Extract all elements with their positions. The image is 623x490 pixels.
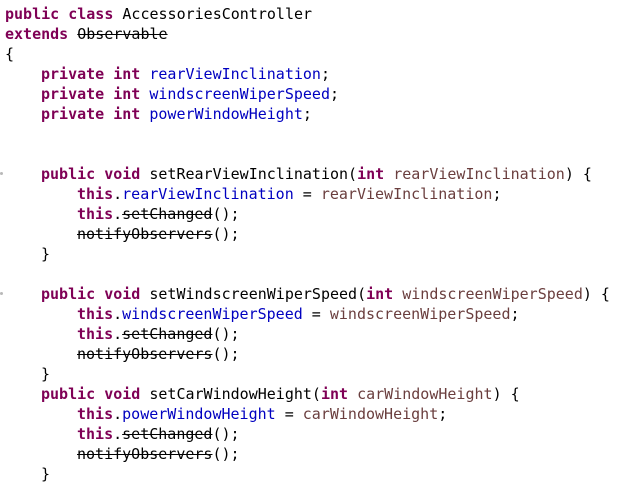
- call-end: ();: [212, 445, 240, 463]
- param-name: windscreenWiperSpeed: [402, 285, 583, 303]
- keyword-void: void: [104, 285, 141, 303]
- keyword-public: public: [41, 285, 96, 303]
- assigned-value: windscreenWiperSpeed: [329, 305, 511, 323]
- semicolon: ;: [320, 65, 330, 83]
- signature-end: ) {: [564, 165, 592, 183]
- class-name: AccessoriesController: [122, 5, 313, 23]
- method-name: setCarWindowHeight(: [149, 385, 321, 403]
- keyword-this: this: [77, 305, 114, 323]
- keyword-private: private: [41, 105, 105, 123]
- set-changed-statement: this.setChanged();: [77, 324, 240, 344]
- deprecated-call: setChanged: [122, 325, 213, 343]
- method-name: setRearViewInclination(: [149, 165, 358, 183]
- keyword-extends: extends: [5, 25, 69, 43]
- assign-operator: =: [293, 185, 321, 203]
- code-editor[interactable]: public class AccessoriesController exten…: [0, 0, 623, 490]
- keyword-public: public: [5, 5, 60, 23]
- superclass-name: Observable: [77, 25, 168, 43]
- keyword-private: private: [41, 85, 105, 103]
- deprecated-call: setChanged: [122, 205, 213, 223]
- field-declaration: private int rearViewInclination;: [41, 64, 330, 84]
- type-int: int: [113, 65, 141, 83]
- keyword-this: this: [77, 405, 114, 423]
- dot: .: [113, 325, 123, 343]
- assignment-statement: this.rearViewInclination = rearViewIncli…: [77, 184, 501, 204]
- class-declaration-line: public class AccessoriesController: [5, 4, 312, 24]
- method-close-brace: }: [41, 465, 51, 483]
- dot: .: [113, 305, 123, 323]
- keyword-void: void: [104, 165, 141, 183]
- semicolon: ;: [510, 305, 520, 323]
- call-end: ();: [212, 325, 240, 343]
- keyword-this: this: [77, 425, 114, 443]
- assigned-field: rearViewInclination: [122, 185, 294, 203]
- set-changed-statement: this.setChanged();: [77, 424, 240, 444]
- signature-end: ) {: [492, 385, 520, 403]
- method-close-brace: }: [41, 365, 51, 383]
- call-end: ();: [212, 345, 240, 363]
- assigned-value: rearViewInclination: [320, 185, 493, 203]
- assigned-value: carWindowHeight: [302, 405, 439, 423]
- method-signature: public void setRearViewInclination(int r…: [41, 164, 592, 184]
- override-marker-icon: [0, 292, 3, 295]
- notify-statement: notifyObservers();: [77, 444, 240, 464]
- call-end: ();: [212, 225, 240, 243]
- dot: .: [113, 185, 123, 203]
- keyword-private: private: [41, 65, 105, 83]
- param-type: int: [366, 285, 394, 303]
- field-declaration: private int powerWindowHeight;: [41, 104, 312, 124]
- semicolon: ;: [330, 85, 340, 103]
- dot: .: [113, 425, 123, 443]
- keyword-public: public: [41, 385, 96, 403]
- assignment-statement: this.powerWindowHeight = carWindowHeight…: [77, 404, 447, 424]
- param-name: carWindowHeight: [357, 385, 493, 403]
- semicolon: ;: [302, 105, 312, 123]
- notify-statement: notifyObservers();: [77, 344, 240, 364]
- set-changed-statement: this.setChanged();: [77, 204, 240, 224]
- type-int: int: [113, 85, 141, 103]
- assign-operator: =: [275, 405, 303, 423]
- deprecated-call: setChanged: [122, 425, 213, 443]
- method-signature: public void setCarWindowHeight(int carWi…: [41, 384, 520, 404]
- param-name: rearViewInclination: [393, 165, 565, 183]
- dot: .: [113, 205, 123, 223]
- field-name: rearViewInclination: [149, 65, 321, 83]
- type-int: int: [113, 105, 141, 123]
- keyword-public: public: [41, 165, 96, 183]
- class-open-brace: {: [5, 45, 15, 63]
- param-type: int: [320, 385, 349, 403]
- semicolon: ;: [492, 185, 502, 203]
- semicolon: ;: [438, 405, 448, 423]
- assignment-statement: this.windscreenWiperSpeed = windscreenWi…: [77, 304, 520, 324]
- assigned-field: windscreenWiperSpeed: [122, 305, 303, 323]
- deprecated-call: notifyObservers: [77, 225, 213, 243]
- field-declaration: private int windscreenWiperSpeed;: [41, 84, 339, 104]
- extends-line: extends Observable: [5, 24, 168, 44]
- override-marker-icon: [0, 172, 3, 175]
- keyword-this: this: [77, 205, 114, 223]
- deprecated-call: notifyObservers: [77, 345, 213, 363]
- field-name: powerWindowHeight: [149, 105, 303, 123]
- param-type: int: [357, 165, 385, 183]
- signature-end: ) {: [582, 285, 610, 303]
- dot: .: [113, 405, 123, 423]
- deprecated-call: notifyObservers: [77, 445, 213, 463]
- keyword-class: class: [68, 5, 114, 23]
- call-end: ();: [212, 425, 240, 443]
- method-name: setWindscreenWiperSpeed(: [149, 285, 367, 303]
- method-signature: public void setWindscreenWiperSpeed(int …: [41, 284, 610, 304]
- keyword-this: this: [77, 325, 114, 343]
- field-name: windscreenWiperSpeed: [149, 85, 330, 103]
- assigned-field: powerWindowHeight: [122, 405, 276, 423]
- notify-statement: notifyObservers();: [77, 224, 240, 244]
- keyword-this: this: [77, 185, 114, 203]
- assign-operator: =: [302, 305, 330, 323]
- method-close-brace: }: [41, 245, 51, 263]
- call-end: ();: [212, 205, 240, 223]
- keyword-void: void: [104, 385, 141, 403]
